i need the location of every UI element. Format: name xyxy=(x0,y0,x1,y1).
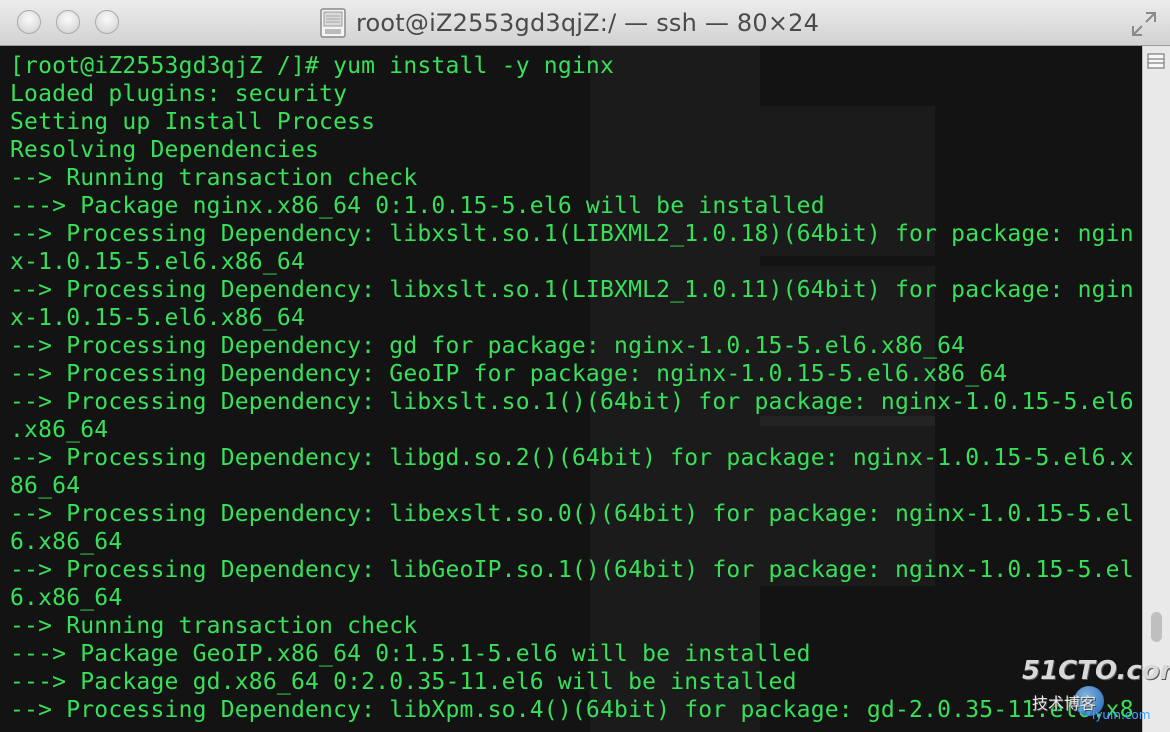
minimize-button[interactable] xyxy=(56,10,80,34)
terminal-line: --> Processing Dependency: libxslt.so.1(… xyxy=(10,221,1134,247)
terminal-line: --> Processing Dependency: gd for packag… xyxy=(10,333,966,359)
terminal-line: 86_64 xyxy=(10,473,81,499)
watermark-url: lyuin.com xyxy=(1092,708,1151,722)
zoom-button[interactable] xyxy=(95,10,119,34)
scrollbar-thumb[interactable] xyxy=(1151,612,1162,642)
close-button[interactable] xyxy=(17,10,41,34)
terminal-line: --> Processing Dependency: libxslt.so.1(… xyxy=(10,277,1134,303)
terminal-window: root@iZ2553gd3qjZ:/ — ssh — 80×24 [root@… xyxy=(0,0,1170,732)
terminal-line: Resolving Dependencies xyxy=(10,137,320,163)
window-title: root@iZ2553gd3qjZ:/ — ssh — 80×24 xyxy=(356,9,820,37)
terminal-line: --> Running transaction check xyxy=(10,165,418,191)
window-title-group: root@iZ2553gd3qjZ:/ — ssh — 80×24 xyxy=(320,7,819,39)
terminal-line: --> Processing Dependency: libxslt.so.1(… xyxy=(10,389,1134,415)
watermark-logo: 51CTO.com 技术博客 lyuin.com xyxy=(1022,656,1170,728)
title-bar[interactable]: root@iZ2553gd3qjZ:/ — ssh — 80×24 xyxy=(0,0,1170,46)
terminal-line: ---> Package GeoIP.x86_64 0:1.5.1-5.el6 … xyxy=(10,641,811,667)
terminal-line: --> Processing Dependency: libgd.so.2()(… xyxy=(10,445,1134,471)
terminal-line: [root@iZ2553gd3qjZ /]# yum install -y ng… xyxy=(10,53,615,79)
terminal-line: --> Running transaction check xyxy=(10,613,418,639)
terminal-line: 6.x86_64 xyxy=(10,529,123,555)
terminal-line: --> Processing Dependency: GeoIP for pac… xyxy=(10,361,1008,387)
split-pane-icon[interactable] xyxy=(1147,52,1165,70)
terminal-line: ---> Package nginx.x86_64 0:1.0.15-5.el6… xyxy=(10,193,825,219)
terminal-line: Setting up Install Process xyxy=(10,109,376,135)
terminal-line: x-1.0.15-5.el6.x86_64 xyxy=(10,249,305,275)
terminal-line: Loaded plugins: security xyxy=(10,81,348,107)
terminal-line: ---> Package gd.x86_64 0:2.0.35-11.el6 w… xyxy=(10,669,797,695)
terminal-line: --> Processing Dependency: libGeoIP.so.1… xyxy=(10,557,1134,583)
watermark-brand: 51CTO.com xyxy=(1022,656,1170,686)
vertical-scrollbar[interactable] xyxy=(1142,46,1170,732)
terminal-output[interactable]: [root@iZ2553gd3qjZ /]# yum install -y ng… xyxy=(0,46,1142,732)
terminal-line: x-1.0.15-5.el6.x86_64 xyxy=(10,305,305,331)
terminal-line: 6.x86_64 xyxy=(10,585,123,611)
terminal-line: --> Processing Dependency: libXpm.so.4()… xyxy=(10,697,1134,723)
terminal-line: .x86_64 xyxy=(10,417,109,443)
fullscreen-icon[interactable] xyxy=(1130,10,1158,38)
terminal-lines: [root@iZ2553gd3qjZ /]# yum install -y ng… xyxy=(10,52,1134,724)
watermark-sub: 技术博客 xyxy=(1032,694,1097,713)
close-icon xyxy=(18,11,40,33)
disk-icon xyxy=(320,8,346,38)
terminal-line: --> Processing Dependency: libexslt.so.0… xyxy=(10,501,1134,527)
